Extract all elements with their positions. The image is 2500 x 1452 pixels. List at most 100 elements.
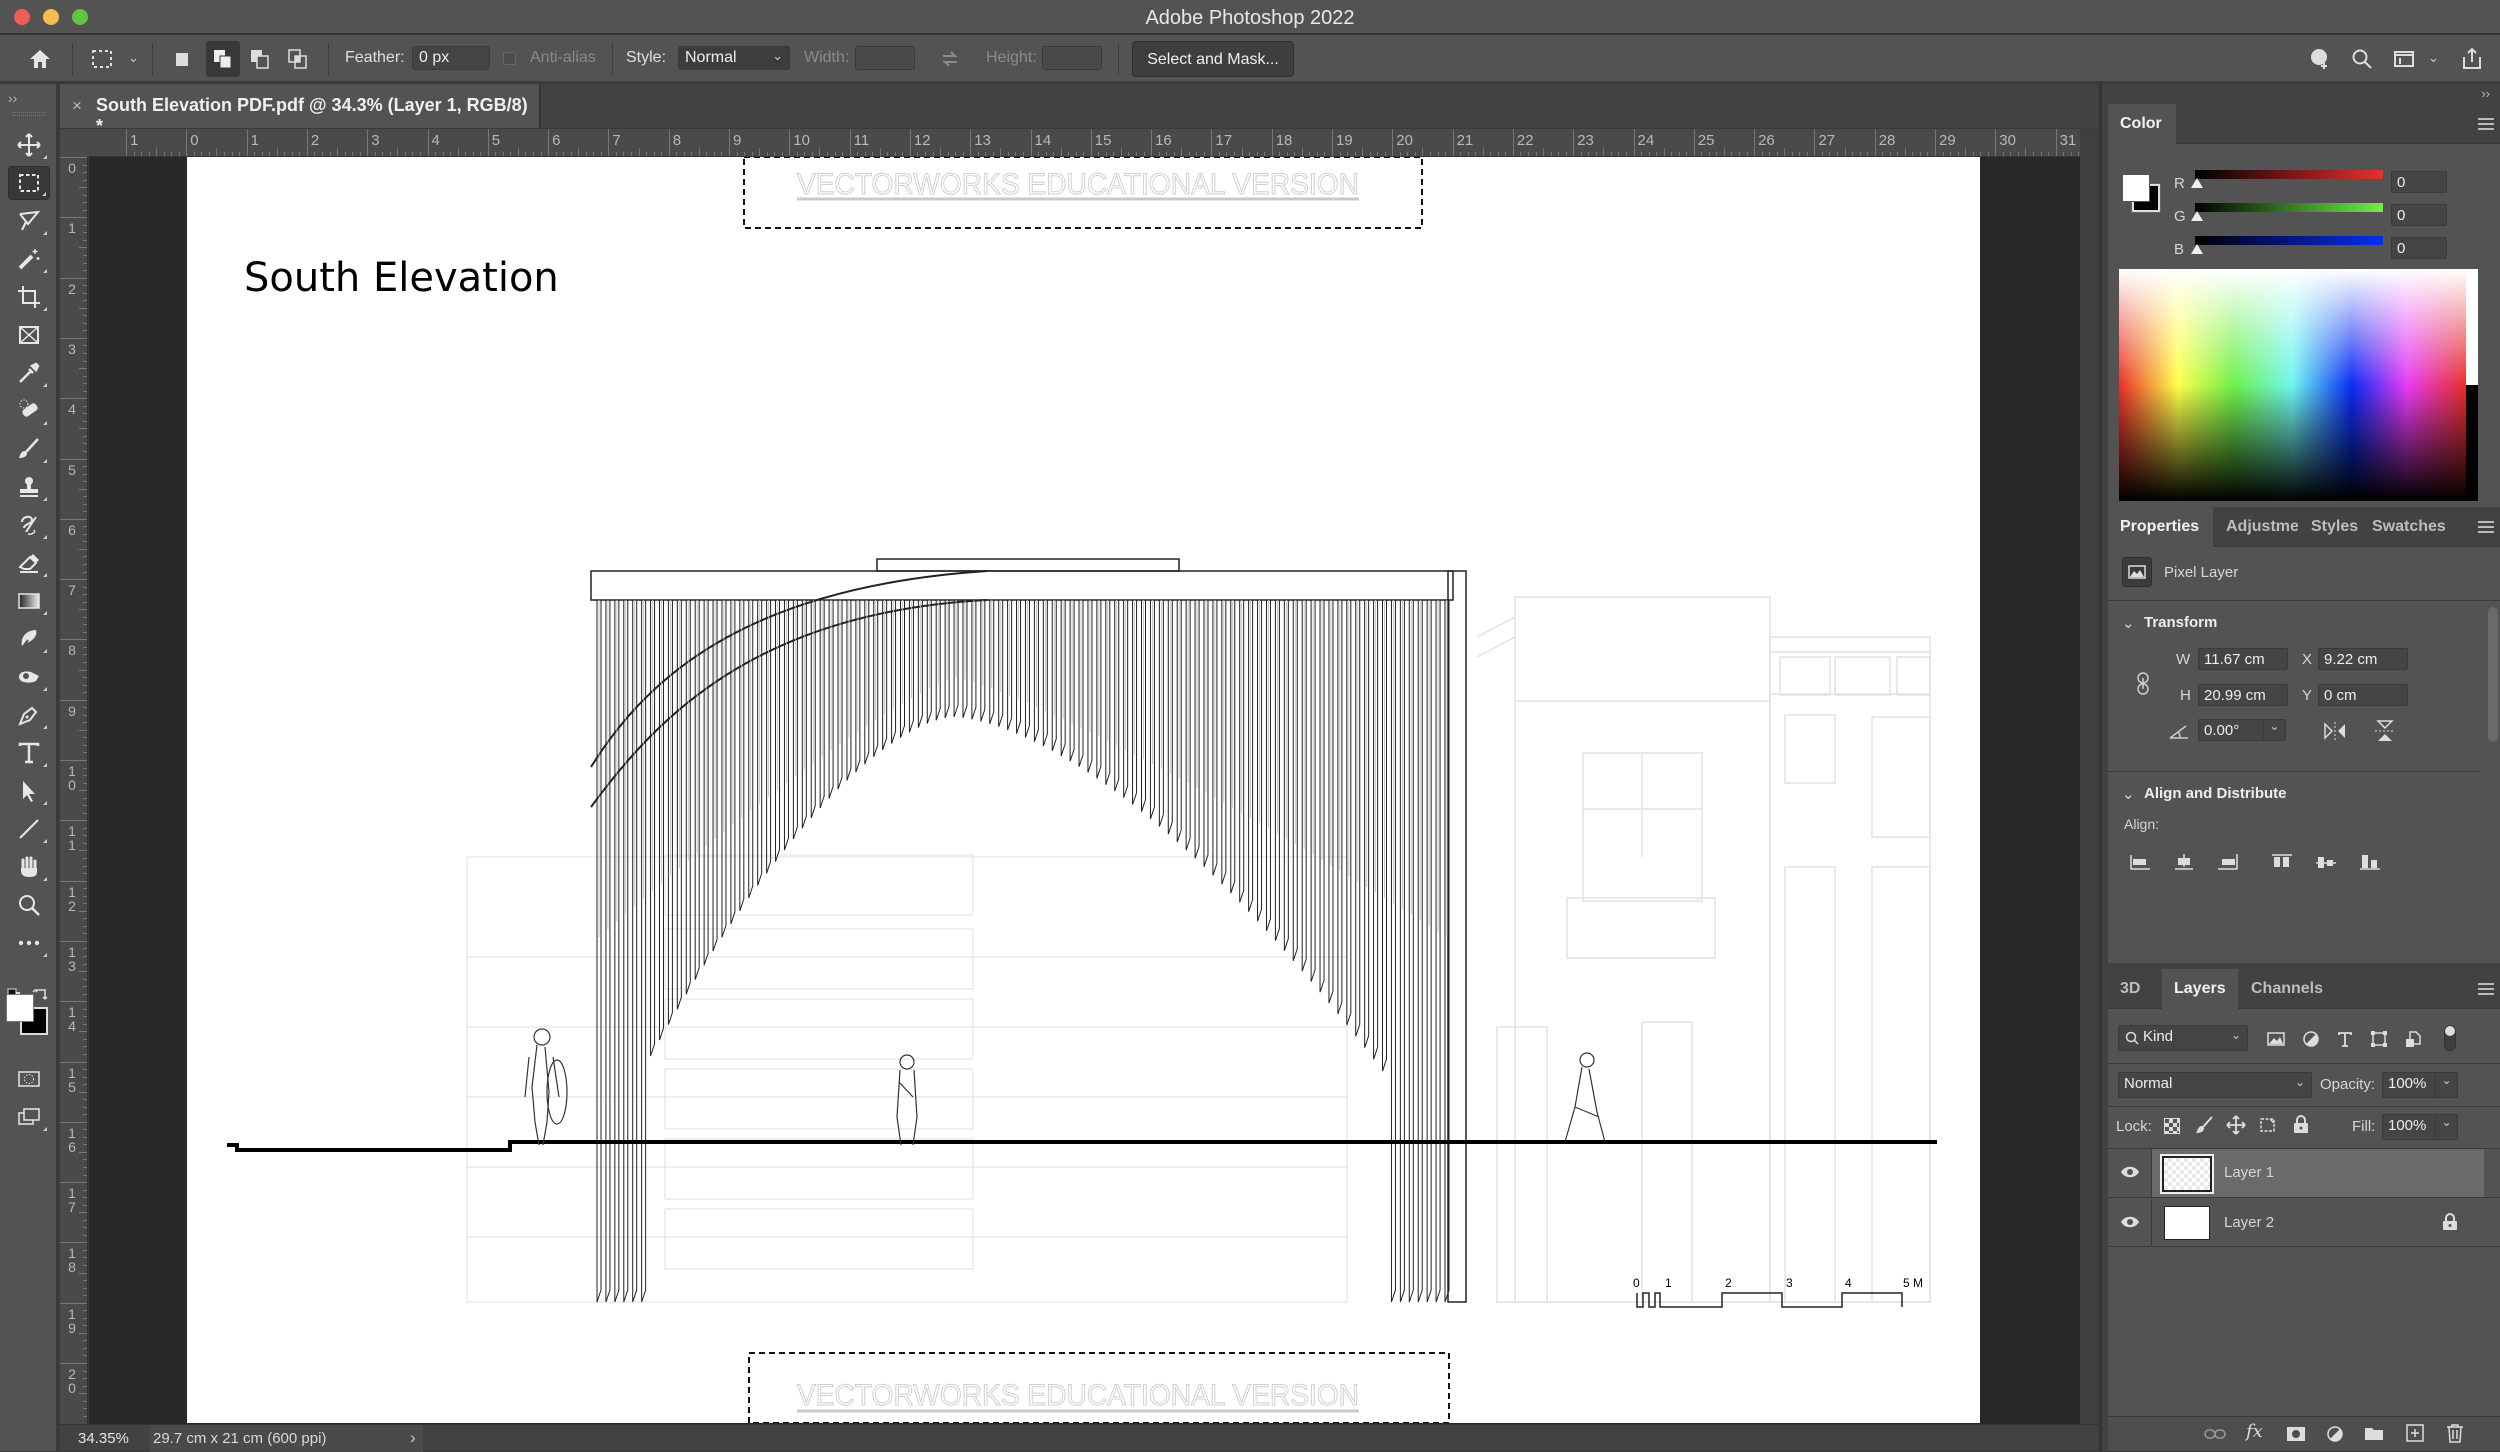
green-slider-track[interactable] <box>2195 203 2383 212</box>
x-input[interactable]: 9.22 cm <box>2318 648 2408 670</box>
fx-icon[interactable]: fx <box>2246 1421 2263 1442</box>
chevron-down-icon[interactable]: ⌄ <box>128 50 139 66</box>
close-document-icon[interactable]: × <box>72 96 82 116</box>
frame-tool[interactable] <box>8 318 50 352</box>
link-icon[interactable] <box>2136 671 2150 697</box>
layer-name[interactable]: Layer 2 <box>2224 1214 2274 1231</box>
align-section-header[interactable]: Align and Distribute <box>2144 785 2287 802</box>
tool-preset-picker[interactable] <box>88 45 116 73</box>
color-spectrum[interactable] <box>2119 269 2466 501</box>
align-top-button[interactable] <box>2270 852 2294 872</box>
opacity-input[interactable]: 100% ⌄ <box>2382 1072 2458 1098</box>
tab-3d[interactable]: 3D <box>2108 969 2152 1009</box>
anti-alias-checkbox[interactable] <box>503 52 516 65</box>
flip-horizontal-button[interactable] <box>2322 720 2348 742</box>
properties-scrollbar[interactable] <box>2488 607 2498 742</box>
tab-styles[interactable]: Styles <box>2299 507 2359 547</box>
red-slider-handle[interactable] <box>2191 178 2203 188</box>
foreground-color-swatch[interactable] <box>6 994 34 1022</box>
green-value-input[interactable]: 0 <box>2391 204 2447 226</box>
red-value-input[interactable]: 0 <box>2391 171 2447 193</box>
visibility-toggle[interactable] <box>2108 1199 2152 1247</box>
select-and-mask-button[interactable]: Select and Mask... <box>1132 41 1294 77</box>
align-left-button[interactable] <box>2128 852 2152 872</box>
toolbar-grip[interactable] <box>12 112 46 116</box>
eyedropper-tool[interactable] <box>8 356 50 390</box>
layers-panel-menu-icon[interactable] <box>2478 983 2494 995</box>
filter-toggle[interactable] <box>2444 1025 2456 1051</box>
angle-input[interactable]: 0.00° ⌄ <box>2198 719 2286 741</box>
blur-tool[interactable] <box>8 622 50 656</box>
zoom-tool[interactable] <box>8 888 50 922</box>
collapse-toolbar-icon[interactable]: ›› <box>8 90 17 106</box>
filter-smart-object-button[interactable] <box>2404 1030 2422 1053</box>
width-input[interactable]: 11.67 cm <box>2198 648 2288 670</box>
height-input[interactable] <box>1042 46 1102 70</box>
screen-mode-button[interactable] <box>8 1100 50 1134</box>
hand-tool[interactable] <box>8 850 50 884</box>
visibility-toggle[interactable] <box>2108 1149 2152 1197</box>
green-slider-handle[interactable] <box>2191 211 2203 221</box>
color-panel-foreground-swatch[interactable] <box>2122 174 2150 202</box>
lock-image-pixels-button[interactable] <box>2194 1115 2214 1140</box>
link-layers-icon[interactable] <box>2204 1427 2226 1441</box>
red-slider-track[interactable] <box>2195 170 2383 179</box>
layer-row[interactable]: Layer 2 <box>2108 1199 2500 1247</box>
quick-mask-button[interactable] <box>8 1062 50 1096</box>
pen-tool[interactable] <box>8 698 50 732</box>
fill-input[interactable]: 100% ⌄ <box>2382 1114 2458 1140</box>
learn-button[interactable] <box>2306 45 2334 73</box>
healing-brush-tool[interactable] <box>8 394 50 428</box>
swap-width-height-button[interactable] <box>936 45 964 73</box>
layer-row[interactable]: Layer 1 <box>2108 1149 2500 1198</box>
flip-vertical-button[interactable] <box>2374 718 2396 744</box>
width-input[interactable] <box>855 46 915 70</box>
chevron-down-icon[interactable]: ⌄ <box>2428 50 2439 66</box>
filter-type-button[interactable] <box>2336 1030 2354 1053</box>
blend-mode-select[interactable]: Normal ⌄ <box>2118 1072 2312 1098</box>
canvas-vertical-scrollbar[interactable] <box>2080 129 2098 1424</box>
chevron-down-icon[interactable]: ⌄ <box>2435 1073 2457 1097</box>
style-select[interactable]: Normal ⌄ <box>678 46 790 70</box>
lock-transparent-pixels-icon[interactable] <box>2164 1118 2180 1134</box>
chevron-down-icon[interactable]: ⌄ <box>2122 614 2135 632</box>
y-input[interactable]: 0 cm <box>2318 684 2408 706</box>
workspace-button[interactable] <box>2390 45 2418 73</box>
edit-toolbar-button[interactable] <box>8 926 50 960</box>
vertical-ruler[interactable]: 01234567891011121314151617181920 <box>60 157 88 1424</box>
new-layer-icon[interactable] <box>2406 1424 2424 1442</box>
properties-panel-menu-icon[interactable] <box>2478 521 2494 533</box>
search-button[interactable] <box>2348 45 2376 73</box>
spectrum-white-swatch[interactable] <box>2466 269 2478 385</box>
type-tool[interactable] <box>8 736 50 770</box>
tab-swatches[interactable]: Swatches <box>2360 507 2450 547</box>
filter-shape-button[interactable] <box>2370 1030 2388 1053</box>
new-selection-button[interactable] <box>168 45 196 73</box>
align-horizontal-center-button[interactable] <box>2172 852 2196 872</box>
align-right-button[interactable] <box>2216 852 2240 872</box>
canvas[interactable]: VECTORWORKS EDUCATIONAL VERSION VECTORWO… <box>187 157 1980 1423</box>
blue-slider-handle[interactable] <box>2191 244 2203 254</box>
dodge-tool[interactable] <box>8 660 50 694</box>
chevron-down-icon[interactable]: ⌄ <box>2122 785 2135 803</box>
tab-properties[interactable]: Properties <box>2108 507 2213 547</box>
magic-wand-tool[interactable] <box>8 242 50 276</box>
rectangular-marquee-tool[interactable] <box>8 166 50 200</box>
history-brush-tool[interactable] <box>8 508 50 542</box>
height-input[interactable]: 20.99 cm <box>2198 684 2288 706</box>
ruler-origin[interactable] <box>60 129 88 157</box>
filter-adjustment-button[interactable] <box>2302 1030 2320 1053</box>
doc-info-menu-arrow[interactable]: › <box>410 1428 416 1448</box>
swap-colors-button[interactable] <box>32 984 50 1002</box>
subtract-from-selection-button[interactable] <box>246 45 274 73</box>
blue-slider-track[interactable] <box>2195 236 2383 245</box>
zoom-level[interactable]: 34.35% <box>78 1430 129 1447</box>
line-tool[interactable] <box>8 812 50 846</box>
add-mask-icon[interactable] <box>2286 1426 2306 1442</box>
lock-artboard-button[interactable] <box>2258 1115 2278 1140</box>
align-vertical-center-button[interactable] <box>2314 852 2338 872</box>
transform-section-header[interactable]: Transform <box>2144 614 2217 631</box>
share-button[interactable] <box>2458 45 2486 73</box>
lasso-tool[interactable] <box>8 204 50 238</box>
layer-name[interactable]: Layer 1 <box>2224 1164 2274 1181</box>
